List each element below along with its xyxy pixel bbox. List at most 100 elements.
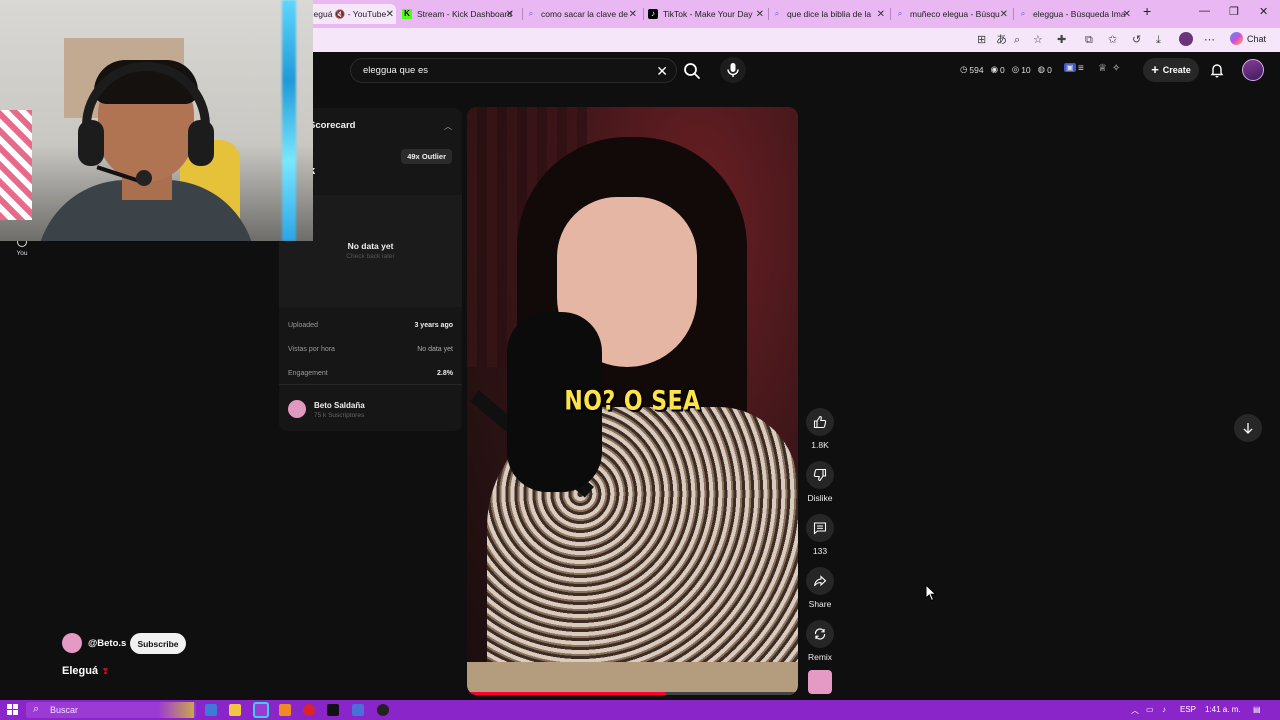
tab-search-muneco[interactable]: ⌕ muñeco elegua - Búsqu ✕ bbox=[895, 4, 1010, 24]
channel-handle[interactable]: @Beto.s bbox=[88, 638, 126, 649]
favorite-star-icon[interactable]: ☆ bbox=[1033, 33, 1043, 47]
history-icon[interactable]: ↺ bbox=[1132, 33, 1141, 47]
notifications-bell-icon[interactable] bbox=[1209, 62, 1225, 78]
voice-search-button[interactable] bbox=[720, 57, 746, 83]
clock-icon: ◷ bbox=[960, 64, 968, 74]
channel-avatar[interactable] bbox=[62, 633, 82, 653]
close-tab-icon[interactable]: ✕ bbox=[386, 9, 394, 20]
new-tab-button[interactable]: + bbox=[1143, 3, 1151, 19]
webcam-led-strip bbox=[282, 0, 296, 241]
more-menu-icon[interactable]: ⋯ bbox=[1204, 33, 1215, 47]
search-input[interactable]: eleggua que es bbox=[363, 65, 428, 76]
list-icon[interactable]: ≡ bbox=[1078, 63, 1084, 74]
account-avatar[interactable] bbox=[1242, 59, 1264, 81]
terminal-icon[interactable] bbox=[327, 704, 339, 716]
divider bbox=[279, 384, 462, 385]
dislike-label: Dislike bbox=[807, 493, 833, 503]
tab-label: TikTok - Make Your Day bbox=[663, 9, 753, 19]
audio-source-thumbnail[interactable] bbox=[808, 670, 832, 694]
sparkle-icon[interactable]: ✧ bbox=[1112, 63, 1120, 74]
tab-youtube[interactable]: Eleguá 🔇 - YouTube ✕ bbox=[306, 4, 396, 24]
clear-search-icon[interactable]: ✕ bbox=[656, 63, 668, 80]
channel-avatar[interactable] bbox=[288, 400, 306, 418]
search-box[interactable]: eleggua que es ✕ bbox=[350, 58, 677, 83]
profile-avatar-icon[interactable] bbox=[1179, 32, 1193, 46]
language-indicator[interactable]: ESP bbox=[1180, 705, 1196, 714]
extension-stats: ◷ 594 ◉ 0 ◎ 10 ◍ 0 bbox=[960, 64, 1052, 75]
trophy-icon[interactable]: ♕ bbox=[1098, 63, 1107, 74]
clock[interactable]: 1:41 a. m. bbox=[1205, 705, 1241, 714]
extension-icon[interactable]: ▣ bbox=[1064, 63, 1076, 72]
zoom-icon[interactable]: ⌕ bbox=[1014, 33, 1020, 47]
headphones-right-cup bbox=[188, 120, 214, 166]
tab-separator bbox=[522, 8, 523, 20]
share-label: Share bbox=[808, 599, 832, 609]
app-icon[interactable] bbox=[352, 704, 364, 716]
taskbar-search[interactable]: ⌕ Buscar bbox=[26, 702, 196, 718]
tab-search-eleggua[interactable]: ⌕ eleggua - Búsqueda Ima ✕ bbox=[1018, 4, 1133, 24]
grid-icon[interactable]: ⊞ bbox=[977, 33, 986, 47]
task-view-icon[interactable] bbox=[205, 704, 217, 716]
row-label: Engagement bbox=[288, 370, 328, 377]
favorites-icon[interactable]: ✩ bbox=[1108, 33, 1117, 47]
stat-time: ◷ 594 bbox=[960, 64, 984, 75]
tab-search-clave[interactable]: ⌕ como sacar la clave de ✕ bbox=[526, 4, 639, 24]
like-button[interactable]: 1.8K bbox=[805, 408, 835, 450]
dislike-button[interactable]: Dislike bbox=[805, 461, 835, 503]
tab-tiktok[interactable]: ♪ TikTok - Make Your Day ✕ bbox=[648, 4, 766, 24]
tab-label: Eleguá 🔇 - YouTube bbox=[306, 8, 387, 19]
channel-name[interactable]: Beto Saldaña bbox=[314, 401, 365, 410]
row-label: Vistas por hora bbox=[288, 346, 335, 353]
chevron-up-icon[interactable]: ︿ bbox=[444, 121, 452, 132]
create-button[interactable]: + Create bbox=[1143, 58, 1199, 82]
copilot-chat-button[interactable]: Chat bbox=[1230, 32, 1266, 45]
share-button[interactable]: Share bbox=[805, 567, 835, 609]
volume-icon[interactable]: ♪ bbox=[1162, 705, 1166, 714]
close-tab-icon[interactable]: ✕ bbox=[629, 9, 637, 20]
vlc-icon[interactable] bbox=[279, 704, 291, 716]
network-icon[interactable]: ▭ bbox=[1146, 705, 1154, 714]
tab-label: eleggua - Búsqueda Ima bbox=[1033, 9, 1126, 19]
download-icon[interactable]: ⤓ bbox=[1156, 33, 1161, 47]
short-video-player[interactable]: NO? O SEA bbox=[467, 107, 798, 695]
thumbs-down-icon bbox=[806, 461, 834, 489]
outlier-badge: 49x Outlier bbox=[401, 149, 452, 164]
tab-search-biblia[interactable]: ⌕ que dice la biblia de la ✕ bbox=[772, 4, 887, 24]
plus-icon: + bbox=[1151, 62, 1159, 77]
github-icon[interactable] bbox=[377, 704, 389, 716]
close-window-icon[interactable]: ✕ bbox=[1259, 5, 1268, 18]
restore-icon[interactable]: ❐ bbox=[1229, 5, 1239, 18]
subscribe-button[interactable]: Subscribe bbox=[130, 633, 186, 654]
tab-separator bbox=[890, 8, 891, 20]
tiktok-favicon-icon: ♪ bbox=[648, 9, 658, 19]
remix-button[interactable]: Remix bbox=[805, 620, 835, 662]
close-tab-icon[interactable]: ✕ bbox=[1000, 9, 1008, 20]
you-label: You bbox=[16, 250, 28, 257]
extension-puzzle-icon[interactable]: ✚ bbox=[1057, 33, 1066, 47]
chat-label: Chat bbox=[1247, 33, 1267, 44]
screen: Eleguá 🔇 - YouTube ✕ K Stream - Kick Das… bbox=[0, 0, 1280, 720]
obs-icon[interactable] bbox=[303, 704, 315, 716]
minimize-icon[interactable]: — bbox=[1199, 5, 1210, 17]
eye-icon: ◎ bbox=[1011, 64, 1020, 74]
tray-overflow-icon[interactable]: ︿ bbox=[1131, 705, 1139, 716]
windows-start-icon[interactable] bbox=[7, 704, 18, 715]
comments-button[interactable]: 133 bbox=[805, 514, 835, 556]
notification-center-icon[interactable]: ▤ bbox=[1253, 705, 1261, 714]
channel-subscribers: 75 k Suscriptores bbox=[314, 412, 365, 419]
file-explorer-icon[interactable] bbox=[229, 704, 241, 716]
row-value: No data yet bbox=[417, 346, 453, 353]
edge-browser-icon[interactable] bbox=[253, 702, 269, 718]
video-caption: NO? O SEA bbox=[564, 386, 701, 417]
tab-kick[interactable]: K Stream - Kick Dashboard ✕ bbox=[402, 4, 516, 24]
close-tab-icon[interactable]: ✕ bbox=[877, 9, 885, 20]
video-progress-bar[interactable] bbox=[467, 692, 798, 695]
close-tab-icon[interactable]: ✕ bbox=[1123, 9, 1131, 20]
close-tab-icon[interactable]: ✕ bbox=[506, 9, 514, 20]
search-icon[interactable] bbox=[681, 60, 703, 82]
close-tab-icon[interactable]: ✕ bbox=[756, 9, 764, 20]
translate-icon[interactable]: あ bbox=[996, 33, 1007, 47]
next-short-button[interactable] bbox=[1234, 414, 1262, 442]
tab-separator bbox=[768, 8, 769, 20]
split-screen-icon[interactable]: ⧉ bbox=[1085, 33, 1093, 47]
